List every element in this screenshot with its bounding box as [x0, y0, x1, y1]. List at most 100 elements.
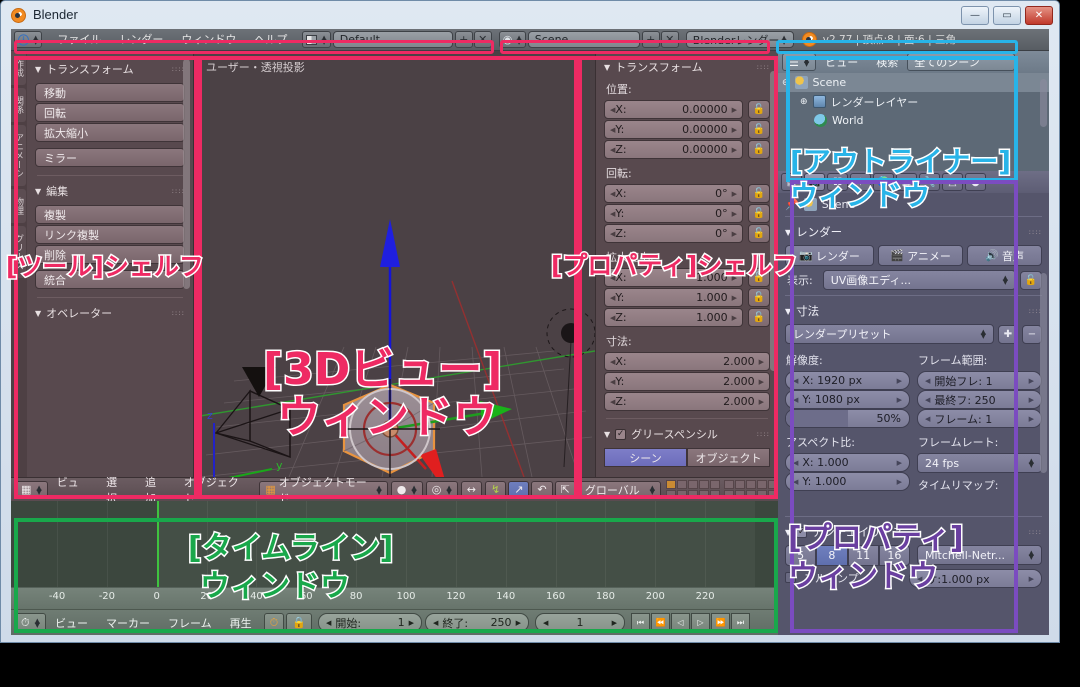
outliner-row-render-layers[interactable]: ⊕ レンダーレイヤー: [778, 92, 1049, 111]
tool-tab-create[interactable]: 作成: [11, 51, 26, 85]
lock-location-x-button[interactable]: 🔓: [748, 100, 770, 119]
tool-button-duplicate[interactable]: 複製: [35, 205, 185, 224]
tool-button-mirror[interactable]: ミラー: [35, 148, 185, 167]
tool-button-duplicate-linked[interactable]: リンク複製: [35, 225, 185, 244]
layer-cell[interactable]: [677, 480, 687, 489]
auto-keyframe-toggle[interactable]: ⏱: [263, 613, 285, 632]
timeline-ruler[interactable]: -40 -20 0 20 40 60 80 100 120 140 160 18…: [11, 587, 778, 609]
rotate-manipulator-toggle[interactable]: ↶: [531, 480, 553, 499]
frame-start-field[interactable]: ◀ 開始: 1 ▶: [317, 613, 422, 632]
location-y-field[interactable]: ◀ Y: 0.00000 ▶: [604, 120, 743, 139]
scene-layers-widget-second[interactable]: [724, 480, 778, 499]
delete-scene-button[interactable]: ✕: [660, 31, 679, 48]
manipulator-toggle[interactable]: ↯: [484, 480, 507, 499]
lock-scale-y-button[interactable]: 🔓: [748, 288, 770, 307]
layer-cell[interactable]: [735, 490, 745, 499]
expander-icon[interactable]: ⊖: [782, 78, 790, 88]
timeline-menu-marker[interactable]: マーカー: [97, 615, 159, 631]
dimension-z-field[interactable]: ◀ Z: 2.000 ▶: [604, 392, 770, 411]
screen-layout-icon-button[interactable]: ▲ ▼: [302, 31, 331, 48]
gp-tab-object[interactable]: オブジェクト: [687, 448, 770, 467]
timeline-playhead[interactable]: [156, 501, 159, 587]
layer-cell[interactable]: [688, 480, 698, 489]
lock-display-mode-button[interactable]: 🔓: [1020, 270, 1042, 290]
translate-manipulator-toggle[interactable]: ↗: [508, 480, 530, 499]
lock-location-z-button[interactable]: 🔓: [748, 140, 770, 159]
play-button[interactable]: ▷: [690, 613, 710, 632]
menu-render[interactable]: レンダー: [110, 29, 172, 51]
tool-tab-animation[interactable]: アニメーシ: [11, 125, 26, 186]
layer-cell[interactable]: [699, 480, 709, 489]
view3d-menu-view[interactable]: ビュー: [48, 474, 97, 502]
jump-to-end-button[interactable]: ⏭: [730, 613, 750, 632]
previous-keyframe-button[interactable]: ⏪: [650, 613, 670, 632]
lock-rotation-z-button[interactable]: 🔓: [748, 224, 770, 243]
layer-cell[interactable]: [677, 490, 687, 499]
layer-cell[interactable]: [666, 490, 676, 499]
remove-preset-button[interactable]: −: [1022, 324, 1042, 344]
aspect-x-field[interactable]: ◀ X: 1.000 ▶: [785, 453, 910, 472]
layer-cell[interactable]: [699, 490, 709, 499]
frame-end-field-properties[interactable]: ◀ 最終フ: 250 ▶: [917, 390, 1042, 409]
layer-cell[interactable]: [768, 480, 778, 489]
timeline-menu-view[interactable]: ビュー: [46, 615, 97, 631]
dimension-y-field[interactable]: ◀ Y: 2.000 ▶: [604, 372, 770, 391]
rotation-x-field[interactable]: ◀ X: 0° ▶: [604, 184, 743, 203]
editor-type-selector-timeline[interactable]: ⏱ ▲ ▼: [15, 613, 46, 632]
display-mode-select[interactable]: UV画像エディ... ▲ ▼: [822, 270, 1016, 290]
layer-cell[interactable]: [666, 480, 676, 489]
layer-cell[interactable]: [746, 480, 756, 489]
tool-panel-header-transform[interactable]: ▼ トランスフォーム ::::: [35, 61, 185, 77]
view3d-menu-object[interactable]: オブジェクト: [175, 474, 256, 502]
prop-panel-header-grease-pencil[interactable]: ▼ ✓ グリースペンシル ::::: [604, 426, 770, 442]
layer-cell[interactable]: [724, 480, 734, 489]
add-preset-button[interactable]: ✚: [998, 324, 1018, 344]
properties-shelf-scrollbar[interactable]: [770, 71, 777, 371]
transform-orientation-select[interactable]: グローバル ▲ ▼: [578, 480, 661, 499]
outliner-menu-search[interactable]: 検索: [867, 54, 907, 70]
expander-icon[interactable]: ⊕: [800, 97, 808, 107]
scale-z-field[interactable]: ◀ Z: 1.000 ▶: [604, 308, 743, 327]
view3d-menu-add[interactable]: 追加: [136, 474, 175, 502]
frame-start-field-properties[interactable]: ◀ 開始フレ: 1 ▶: [917, 371, 1042, 390]
editor-type-selector-view3d[interactable]: ▦ ▲ ▼: [15, 480, 48, 499]
location-z-field[interactable]: ◀ Z: 0.00000 ▶: [604, 140, 743, 159]
properties-editor-scrollbar[interactable]: [1040, 273, 1047, 473]
render-preset-select[interactable]: レンダープリセット ▲ ▼: [785, 324, 994, 344]
tool-panel-header-operator[interactable]: ▼ オベレーター ::::: [35, 305, 185, 321]
layer-cell[interactable]: [710, 480, 720, 489]
scene-name-field[interactable]: Scene: [527, 31, 640, 48]
scale-manipulator-toggle[interactable]: ⇱: [554, 480, 576, 499]
minimize-button[interactable]: —: [961, 6, 989, 25]
view3d-menu-select[interactable]: 選択: [97, 474, 136, 502]
maximize-button[interactable]: ▭: [993, 6, 1021, 25]
lock-rotation-y-button[interactable]: 🔓: [748, 204, 770, 223]
dimensions-panel-header[interactable]: ▼ 寸法 ::::: [785, 303, 1042, 319]
tool-panel-header-edit[interactable]: ▼ 編集 ::::: [35, 183, 185, 199]
pivot-point-select[interactable]: ◎ ▲ ▼: [425, 480, 458, 499]
os-titlebar[interactable]: Blender — ▭ ✕: [1, 1, 1059, 29]
tool-button-scale[interactable]: 拡大縮小: [35, 123, 185, 142]
layer-cell[interactable]: [746, 490, 756, 499]
render-panel-header[interactable]: ▼ レンダー ::::: [785, 224, 1042, 240]
delete-layout-button[interactable]: ✕: [473, 31, 492, 48]
timeline-canvas[interactable]: [11, 501, 778, 587]
resolution-y-field[interactable]: ◀ Y: 1080 px ▶: [785, 390, 910, 409]
interaction-mode-select[interactable]: ▦ オブジェクトモード ▲ ▼: [259, 476, 388, 501]
timeline-menu-frame[interactable]: フレーム: [159, 615, 221, 631]
gp-tab-scene[interactable]: シーン: [604, 448, 687, 467]
layer-cell[interactable]: [757, 480, 767, 489]
play-reverse-button[interactable]: ◁: [670, 613, 690, 632]
rotation-z-field[interactable]: ◀ Z: 0° ▶: [604, 224, 743, 243]
layer-cell[interactable]: [688, 490, 698, 499]
prop-panel-header-transform[interactable]: ▼ トランスフォーム ::::: [604, 59, 770, 75]
layer-cell[interactable]: [768, 490, 778, 499]
editor-type-selector-outliner[interactable]: ☰ ▲ ▼: [782, 53, 817, 71]
jump-to-start-button[interactable]: ⏮: [630, 613, 650, 632]
frame-step-field[interactable]: ◀ フレーム: 1 ▶: [917, 409, 1042, 428]
lock-location-y-button[interactable]: 🔓: [748, 120, 770, 139]
tool-tab-physics[interactable]: 物理: [11, 189, 26, 223]
layer-cell[interactable]: [735, 480, 745, 489]
location-x-field[interactable]: ◀ X: 0.00000 ▶: [604, 100, 743, 119]
frame-rate-select[interactable]: 24 fps ▲ ▼: [917, 453, 1042, 473]
